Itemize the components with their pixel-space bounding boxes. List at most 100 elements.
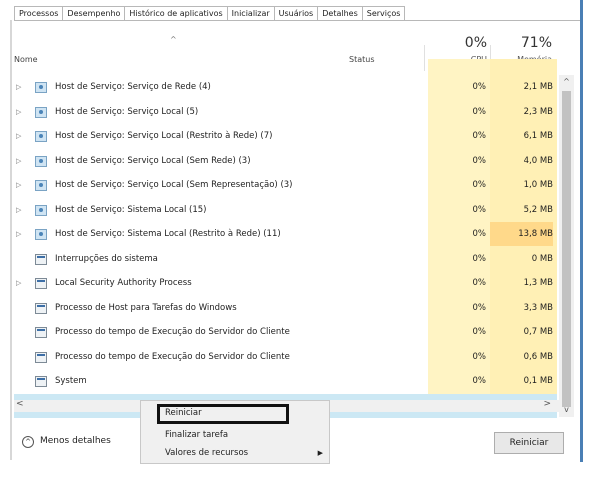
service-gear-icon xyxy=(35,180,47,191)
process-row[interactable]: ▷ Host de Serviço: Sistema Local (15) 0% 5,… xyxy=(14,198,557,222)
tab-detalhes[interactable]: Detalhes xyxy=(317,6,362,21)
process-memory: 3,3 MB xyxy=(523,302,553,313)
window-left-border xyxy=(10,20,12,460)
memory-total[interactable]: 71% xyxy=(492,35,552,51)
process-name: Interrupções do sistema xyxy=(55,253,158,264)
submenu-arrow-icon: ▶ xyxy=(317,449,323,457)
process-name: Processo do tempo de Execução do Servido… xyxy=(55,327,290,337)
service-gear-icon xyxy=(35,155,47,167)
tab-servicos[interactable]: Serviços xyxy=(361,6,406,21)
context-menu-resource-values[interactable]: Valores de recursos ▶ xyxy=(141,445,329,461)
process-memory: 2,1 MB xyxy=(523,82,553,92)
restart-button[interactable]: Reiniciar xyxy=(494,432,564,454)
process-name: Host de Serviço: Serviço Local (5) xyxy=(55,106,199,117)
expand-arrow-icon[interactable]: ▷ xyxy=(16,149,26,173)
process-row[interactable]: ▷ Host de Serviço: Serviço de Rede (4) 0% 2… xyxy=(14,75,557,99)
process-cpu: 0% xyxy=(472,131,487,141)
expand-arrow-icon[interactable]: ▷ xyxy=(16,124,26,148)
expand-arrow-icon[interactable]: ▷ xyxy=(16,173,26,197)
expand-arrow-icon[interactable]: ▷ xyxy=(16,100,26,124)
column-divider xyxy=(424,45,425,71)
process-row[interactable]: ▷ Local Security Authority Process 0% 1,3 M… xyxy=(14,271,557,295)
app-window-icon xyxy=(35,278,47,289)
process-memory: 0,7 MB xyxy=(523,327,553,337)
scroll-down-arrow-icon[interactable]: v xyxy=(559,403,574,417)
process-name: Host de Serviço: Sistema Local (Restrito… xyxy=(55,229,281,239)
service-gear-icon xyxy=(35,204,47,216)
tab-historico[interactable]: Histórico de aplicativos xyxy=(124,6,227,21)
process-memory: 0,1 MB xyxy=(523,376,553,386)
tab-bar: Processos Desempenho Histórico de aplica… xyxy=(14,6,406,21)
tab-inicializar[interactable]: Inicializar xyxy=(226,6,274,21)
process-name: Host de Serviço: Serviço Local (Restrito… xyxy=(55,131,273,141)
sort-caret-icon: ^ xyxy=(170,35,177,44)
process-name: Host de Serviço: Serviço Local (Sem Rede… xyxy=(55,155,251,166)
process-cpu: 0% xyxy=(472,253,487,264)
process-row[interactable]: Processo do tempo de Execução do Servido… xyxy=(14,345,557,369)
cpu-total[interactable]: 0% xyxy=(427,35,487,51)
process-cpu: 0% xyxy=(472,155,487,166)
process-row[interactable]: Processo do tempo de Execução do Servido… xyxy=(14,320,557,344)
scroll-up-arrow-icon[interactable]: ^ xyxy=(559,75,574,89)
process-memory: 2,3 MB xyxy=(523,106,553,117)
context-menu-restart[interactable]: Reiniciar xyxy=(141,405,329,421)
window-right-border xyxy=(580,0,583,462)
process-row[interactable]: Processo de Host para Tarefas do Windows… xyxy=(14,296,557,320)
chevron-up-circle-icon[interactable]: ^ xyxy=(22,436,34,448)
context-menu-end-task[interactable]: Finalizar tarefa xyxy=(141,427,329,443)
process-memory: 5,2 MB xyxy=(523,204,553,215)
process-cpu: 0% xyxy=(472,351,487,362)
process-cpu: 0% xyxy=(472,327,487,337)
app-window-icon xyxy=(35,376,47,387)
process-memory: 4,0 MB xyxy=(523,155,553,166)
app-window-icon xyxy=(35,253,47,265)
process-row[interactable]: ▷ Host de Serviço: Serviço Local (Sem Rep… xyxy=(14,173,557,197)
column-header: ^ Nome Status 0% CPU 71% Memória xyxy=(14,21,574,71)
expand-arrow-icon[interactable]: ▷ xyxy=(16,222,26,246)
service-gear-icon xyxy=(35,82,47,93)
scroll-left-arrow-icon[interactable]: < xyxy=(16,399,24,409)
process-name: Host de Serviço: Sistema Local (15) xyxy=(55,204,207,215)
less-details-link[interactable]: Menos detalhes xyxy=(40,436,111,446)
process-cpu: 0% xyxy=(472,302,487,313)
process-row[interactable]: ▷ Host de Serviço: Sistema Local (Restrit… xyxy=(14,222,557,246)
process-cpu: 0% xyxy=(472,229,487,239)
process-cpu: 0% xyxy=(472,376,487,386)
column-name[interactable]: Nome xyxy=(14,55,38,64)
process-cpu: 0% xyxy=(472,278,487,288)
process-name: Processo de Host para Tarefas do Windows xyxy=(55,302,237,313)
expand-arrow-icon[interactable]: ▷ xyxy=(16,75,26,99)
process-row[interactable]: ▷ Host de Serviço: Serviço Local (Restrit… xyxy=(14,124,557,148)
expand-arrow-icon[interactable]: ▷ xyxy=(16,198,26,222)
task-manager-window: Processos Desempenho Histórico de aplica… xyxy=(0,0,583,464)
expand-arrow-icon[interactable]: ▷ xyxy=(16,271,26,295)
scroll-thumb[interactable] xyxy=(562,91,571,407)
process-cpu: 0% xyxy=(472,180,487,190)
tab-processos[interactable]: Processos xyxy=(14,6,63,21)
process-memory: 1,0 MB xyxy=(523,180,553,190)
process-row[interactable]: ▷ Host de Serviço: Serviço Local (Sem Red… xyxy=(14,149,557,173)
app-window-icon xyxy=(35,327,47,338)
scroll-right-arrow-icon[interactable]: > xyxy=(543,399,551,409)
process-row[interactable]: Interrupções do sistema 0% 0 MB xyxy=(14,247,557,271)
vertical-scrollbar[interactable]: ^ v xyxy=(559,75,574,417)
process-name: System xyxy=(55,376,87,386)
process-row[interactable]: System 0% 0,1 MB xyxy=(14,369,557,393)
service-gear-icon xyxy=(35,229,47,240)
processes-panel: ^ Nome Status 0% CPU 71% Memória ▷ Host d… xyxy=(14,20,580,464)
app-window-icon xyxy=(35,302,47,314)
column-status[interactable]: Status xyxy=(349,55,375,64)
process-row[interactable]: ▷ Host de Serviço: Serviço Local (5) 0% 2,3… xyxy=(14,100,557,124)
context-menu: Reiniciar Finalizar tarefa Valores de re… xyxy=(140,400,330,464)
process-memory: 13,8 MB xyxy=(490,222,553,246)
tab-desempenho[interactable]: Desempenho xyxy=(62,6,125,21)
context-menu-resource-values-label: Valores de recursos xyxy=(165,448,249,458)
process-memory: 0 MB xyxy=(531,253,553,264)
process-cpu: 0% xyxy=(472,82,487,92)
process-name: Host de Serviço: Serviço de Rede (4) xyxy=(55,82,211,92)
tab-usuarios[interactable]: Usuários xyxy=(273,6,318,21)
process-memory: 1,3 MB xyxy=(523,278,553,288)
process-memory: 0,6 MB xyxy=(523,351,553,362)
process-cpu: 0% xyxy=(472,204,487,215)
service-gear-icon xyxy=(35,106,47,118)
